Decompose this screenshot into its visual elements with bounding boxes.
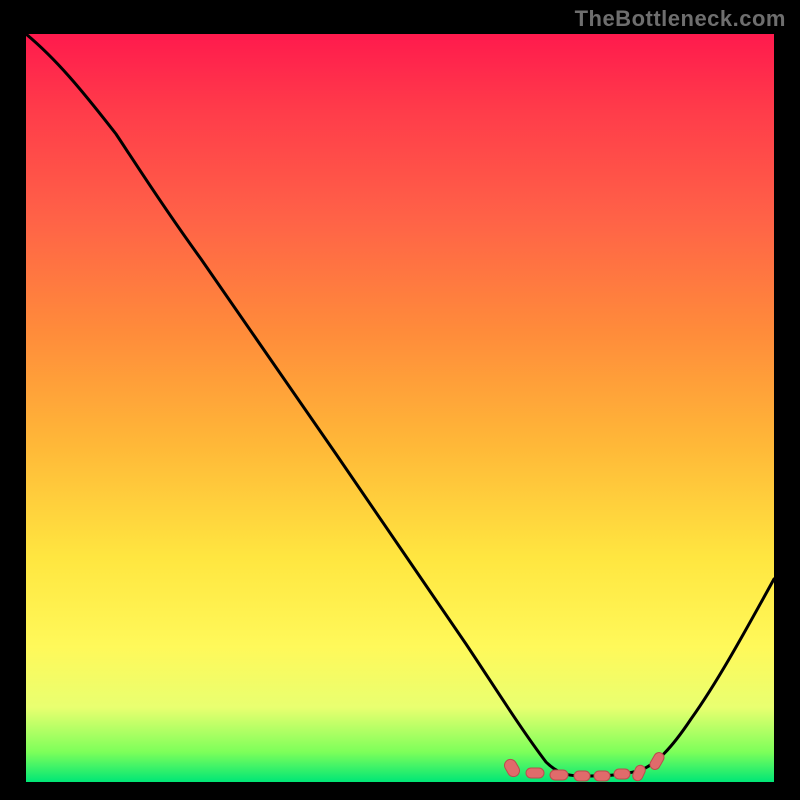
- curve-svg: [26, 34, 774, 782]
- marker-dot: [614, 769, 630, 779]
- bottleneck-curve-path: [26, 34, 774, 776]
- marker-dot: [631, 764, 647, 783]
- marker-dot: [526, 768, 544, 778]
- marker-dot: [550, 770, 568, 780]
- optimal-markers-group: [502, 751, 666, 783]
- marker-dot: [574, 771, 590, 781]
- marker-dot: [502, 757, 521, 779]
- marker-dot: [594, 771, 610, 781]
- watermark-text: TheBottleneck.com: [575, 6, 786, 32]
- plot-area: [26, 34, 774, 782]
- chart-stage: TheBottleneck.com: [0, 0, 800, 800]
